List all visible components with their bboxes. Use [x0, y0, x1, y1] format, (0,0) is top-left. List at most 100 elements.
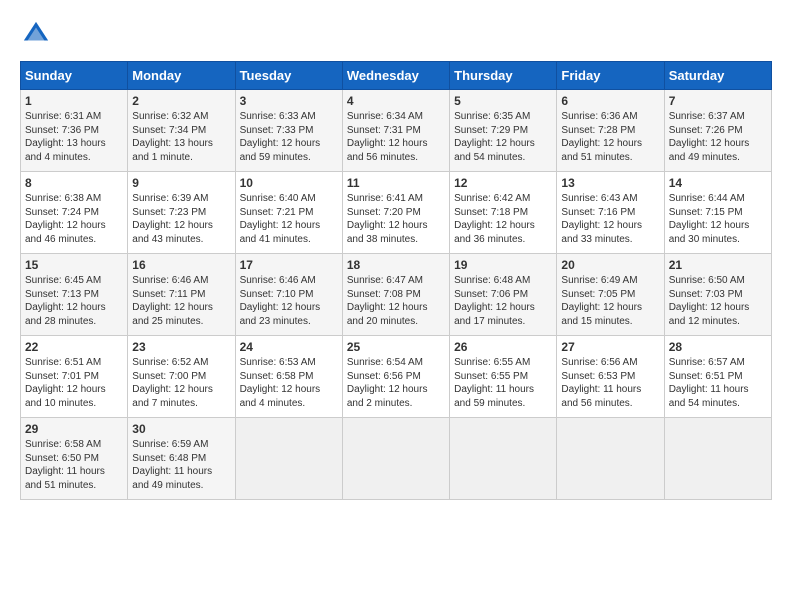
page: SundayMondayTuesdayWednesdayThursdayFrid…	[0, 0, 792, 612]
day-info: Sunrise: 6:48 AM Sunset: 7:06 PM Dayligh…	[454, 274, 552, 328]
day-number: 16	[132, 258, 230, 272]
day-number: 4	[347, 94, 445, 108]
col-header-tuesday: Tuesday	[235, 62, 342, 90]
day-cell	[342, 418, 449, 500]
day-cell: 13 Sunrise: 6:43 AM Sunset: 7:16 PM Dayli…	[557, 172, 664, 254]
day-number: 13	[561, 176, 659, 190]
day-info: Sunrise: 6:32 AM Sunset: 7:34 PM Dayligh…	[132, 110, 230, 164]
day-info: Sunrise: 6:57 AM Sunset: 6:51 PM Dayligh…	[669, 356, 767, 410]
day-cell: 23 Sunrise: 6:52 AM Sunset: 7:00 PM Dayli…	[128, 336, 235, 418]
col-header-sunday: Sunday	[21, 62, 128, 90]
day-number: 20	[561, 258, 659, 272]
day-number: 2	[132, 94, 230, 108]
day-info: Sunrise: 6:35 AM Sunset: 7:29 PM Dayligh…	[454, 110, 552, 164]
day-number: 21	[669, 258, 767, 272]
day-number: 27	[561, 340, 659, 354]
day-number: 18	[347, 258, 445, 272]
day-number: 14	[669, 176, 767, 190]
day-number: 10	[240, 176, 338, 190]
day-info: Sunrise: 6:59 AM Sunset: 6:48 PM Dayligh…	[132, 438, 230, 492]
day-number: 28	[669, 340, 767, 354]
day-cell: 19 Sunrise: 6:48 AM Sunset: 7:06 PM Dayli…	[450, 254, 557, 336]
calendar-table: SundayMondayTuesdayWednesdayThursdayFrid…	[20, 61, 772, 500]
day-number: 23	[132, 340, 230, 354]
day-info: Sunrise: 6:41 AM Sunset: 7:20 PM Dayligh…	[347, 192, 445, 246]
day-cell: 28 Sunrise: 6:57 AM Sunset: 6:51 PM Dayli…	[664, 336, 771, 418]
day-info: Sunrise: 6:42 AM Sunset: 7:18 PM Dayligh…	[454, 192, 552, 246]
day-cell: 17 Sunrise: 6:46 AM Sunset: 7:10 PM Dayli…	[235, 254, 342, 336]
day-info: Sunrise: 6:53 AM Sunset: 6:58 PM Dayligh…	[240, 356, 338, 410]
day-number: 19	[454, 258, 552, 272]
day-cell: 21Sunrise: 6:50 AM Sunset: 7:03 PM Dayli…	[664, 254, 771, 336]
col-header-monday: Monday	[128, 62, 235, 90]
day-info: Sunrise: 6:56 AM Sunset: 6:53 PM Dayligh…	[561, 356, 659, 410]
day-number: 3	[240, 94, 338, 108]
day-info: Sunrise: 6:33 AM Sunset: 7:33 PM Dayligh…	[240, 110, 338, 164]
calendar-header: SundayMondayTuesdayWednesdayThursdayFrid…	[21, 62, 772, 90]
day-number: 8	[25, 176, 123, 190]
day-number: 30	[132, 422, 230, 436]
day-info: Sunrise: 6:37 AM Sunset: 7:26 PM Dayligh…	[669, 110, 767, 164]
day-cell: 15 Sunrise: 6:45 AM Sunset: 7:13 PM Dayli…	[21, 254, 128, 336]
col-header-friday: Friday	[557, 62, 664, 90]
day-number: 15	[25, 258, 123, 272]
day-cell: 3 Sunrise: 6:33 AM Sunset: 7:33 PM Daylig…	[235, 90, 342, 172]
day-cell: 11Sunrise: 6:41 AM Sunset: 7:20 PM Dayli…	[342, 172, 449, 254]
day-info: Sunrise: 6:36 AM Sunset: 7:28 PM Dayligh…	[561, 110, 659, 164]
day-cell: 29 Sunrise: 6:58 AM Sunset: 6:50 PM Dayli…	[21, 418, 128, 500]
day-info: Sunrise: 6:45 AM Sunset: 7:13 PM Dayligh…	[25, 274, 123, 328]
day-number: 17	[240, 258, 338, 272]
day-cell: 26Sunrise: 6:55 AM Sunset: 6:55 PM Dayli…	[450, 336, 557, 418]
week-row-5: 29 Sunrise: 6:58 AM Sunset: 6:50 PM Dayli…	[21, 418, 772, 500]
day-info: Sunrise: 6:54 AM Sunset: 6:56 PM Dayligh…	[347, 356, 445, 410]
day-number: 1	[25, 94, 123, 108]
week-row-4: 22 Sunrise: 6:51 AM Sunset: 7:01 PM Dayli…	[21, 336, 772, 418]
col-header-wednesday: Wednesday	[342, 62, 449, 90]
day-cell: 24 Sunrise: 6:53 AM Sunset: 6:58 PM Dayli…	[235, 336, 342, 418]
day-cell: 10Sunrise: 6:40 AM Sunset: 7:21 PM Dayli…	[235, 172, 342, 254]
day-number: 5	[454, 94, 552, 108]
day-info: Sunrise: 6:46 AM Sunset: 7:11 PM Dayligh…	[132, 274, 230, 328]
week-row-3: 15 Sunrise: 6:45 AM Sunset: 7:13 PM Dayli…	[21, 254, 772, 336]
day-cell: 2 Sunrise: 6:32 AM Sunset: 7:34 PM Daylig…	[128, 90, 235, 172]
day-cell	[235, 418, 342, 500]
day-info: Sunrise: 6:47 AM Sunset: 7:08 PM Dayligh…	[347, 274, 445, 328]
day-cell: 30 Sunrise: 6:59 AM Sunset: 6:48 PM Dayli…	[128, 418, 235, 500]
day-number: 24	[240, 340, 338, 354]
day-cell: 25 Sunrise: 6:54 AM Sunset: 6:56 PM Dayli…	[342, 336, 449, 418]
day-number: 22	[25, 340, 123, 354]
day-number: 12	[454, 176, 552, 190]
logo-icon	[22, 20, 50, 48]
col-header-thursday: Thursday	[450, 62, 557, 90]
day-cell: 8 Sunrise: 6:38 AM Sunset: 7:24 PM Daylig…	[21, 172, 128, 254]
day-cell: 5 Sunrise: 6:35 AM Sunset: 7:29 PM Daylig…	[450, 90, 557, 172]
day-info: Sunrise: 6:43 AM Sunset: 7:16 PM Dayligh…	[561, 192, 659, 246]
day-info: Sunrise: 6:55 AM Sunset: 6:55 PM Dayligh…	[454, 356, 552, 410]
day-info: Sunrise: 6:49 AM Sunset: 7:05 PM Dayligh…	[561, 274, 659, 328]
day-cell: 6Sunrise: 6:36 AM Sunset: 7:28 PM Daylig…	[557, 90, 664, 172]
day-cell	[664, 418, 771, 500]
day-info: Sunrise: 6:51 AM Sunset: 7:01 PM Dayligh…	[25, 356, 123, 410]
logo	[20, 20, 52, 53]
day-cell: 1 Sunrise: 6:31 AM Sunset: 7:36 PM Daylig…	[21, 90, 128, 172]
day-info: Sunrise: 6:31 AM Sunset: 7:36 PM Dayligh…	[25, 110, 123, 164]
week-row-2: 8 Sunrise: 6:38 AM Sunset: 7:24 PM Daylig…	[21, 172, 772, 254]
day-info: Sunrise: 6:58 AM Sunset: 6:50 PM Dayligh…	[25, 438, 123, 492]
day-cell	[450, 418, 557, 500]
day-cell: 12 Sunrise: 6:42 AM Sunset: 7:18 PM Dayli…	[450, 172, 557, 254]
day-number: 9	[132, 176, 230, 190]
day-info: Sunrise: 6:52 AM Sunset: 7:00 PM Dayligh…	[132, 356, 230, 410]
day-cell: 4Sunrise: 6:34 AM Sunset: 7:31 PM Daylig…	[342, 90, 449, 172]
day-cell: 9Sunrise: 6:39 AM Sunset: 7:23 PM Daylig…	[128, 172, 235, 254]
day-cell: 7Sunrise: 6:37 AM Sunset: 7:26 PM Daylig…	[664, 90, 771, 172]
week-row-1: 1 Sunrise: 6:31 AM Sunset: 7:36 PM Daylig…	[21, 90, 772, 172]
day-cell: 22 Sunrise: 6:51 AM Sunset: 7:01 PM Dayli…	[21, 336, 128, 418]
day-number: 29	[25, 422, 123, 436]
day-info: Sunrise: 6:46 AM Sunset: 7:10 PM Dayligh…	[240, 274, 338, 328]
day-cell: 27 Sunrise: 6:56 AM Sunset: 6:53 PM Dayli…	[557, 336, 664, 418]
day-info: Sunrise: 6:38 AM Sunset: 7:24 PM Dayligh…	[25, 192, 123, 246]
day-cell: 18 Sunrise: 6:47 AM Sunset: 7:08 PM Dayli…	[342, 254, 449, 336]
day-info: Sunrise: 6:44 AM Sunset: 7:15 PM Dayligh…	[669, 192, 767, 246]
day-number: 25	[347, 340, 445, 354]
col-header-saturday: Saturday	[664, 62, 771, 90]
